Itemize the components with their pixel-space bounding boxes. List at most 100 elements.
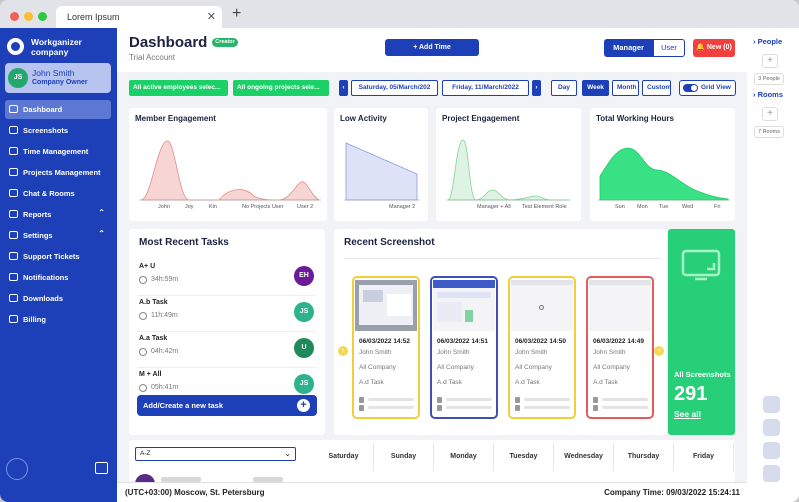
range-custom-button[interactable]: Custom [642, 80, 671, 96]
rooms-link[interactable]: › Rooms [753, 90, 783, 99]
screenshot-thumbnail[interactable] [433, 280, 495, 331]
screenshot-card[interactable]: 06/03/2022 14:49 John Smith All Company A.d… [586, 276, 654, 419]
sidebar-item-chat-rooms[interactable]: Chat & Rooms [5, 184, 111, 203]
see-all-link[interactable]: See all [674, 409, 701, 419]
create-task-button[interactable]: Add/Create a new task + [137, 395, 317, 416]
keyboard-icon [593, 397, 598, 403]
projects-filter[interactable]: All ongoing projects sele... [233, 80, 329, 96]
activity-meter [515, 396, 570, 412]
dashboard-icon [9, 105, 18, 113]
scroll-right-icon[interactable]: › [654, 346, 664, 356]
screenshot-time: 06/03/2022 14:51 [437, 338, 488, 345]
browser-tab[interactable]: Lorem Ipsum ✕ [56, 6, 222, 28]
create-task-label: Add/Create a new task [143, 401, 224, 410]
sidebar-item-billing[interactable]: Billing [5, 310, 111, 329]
screenshot-card[interactable]: 06/03/2022 14:51 John Smith All Company A.d… [430, 276, 498, 419]
task-duration: 11h:49m [151, 312, 178, 319]
page-header: Dashboard Creator Trial Account + Add Ti… [117, 28, 747, 72]
sidebar-item-label: Projects Management [23, 168, 101, 177]
collapse-sidebar-icon[interactable] [95, 462, 108, 474]
company-time-text: Company Time: 09/03/2022 15:24:11 [604, 488, 740, 497]
user-view-button[interactable]: User [653, 39, 685, 57]
close-tab-icon[interactable]: ✕ [207, 10, 216, 23]
sidebar-item-projects-management[interactable]: Projects Management [5, 163, 111, 182]
day-header: Tuesday [494, 443, 554, 471]
add-time-button[interactable]: + Add Time [385, 39, 479, 56]
grid-view-toggle[interactable]: Grid View [679, 80, 736, 96]
puzzle-icon[interactable] [763, 419, 780, 436]
people-count: 3 People [754, 73, 784, 85]
range-month-button[interactable]: Month [612, 80, 639, 96]
sidebar-item-screenshots[interactable]: Screenshots [5, 121, 111, 140]
status-bar: (UTC+03:00) Moscow, St. Petersburg Compa… [117, 482, 747, 502]
brand-mark-icon [6, 458, 28, 480]
list-item[interactable]: A.a Task 04h:42m U [137, 331, 316, 368]
add-room-button[interactable]: + [762, 107, 778, 121]
sidebar-item-downloads[interactable]: Downloads [5, 289, 111, 308]
sidebar-item-time-management[interactable]: Time Management [5, 142, 111, 161]
recent-tasks-card: Most Recent Tasks A+ U 34h:59m EH A.b Task 1… [129, 229, 325, 435]
member-engagement-area [140, 140, 320, 201]
screenshot-time: 06/03/2022 14:52 [359, 338, 410, 345]
sidebar-item-label: Dashboard [23, 105, 63, 114]
sidebar-item-label: Billing [23, 315, 46, 324]
scroll-left-icon[interactable]: ‹ [338, 346, 348, 356]
screenshot-user: John Smith [515, 349, 548, 356]
person-icon[interactable] [763, 396, 780, 413]
user-profile-card[interactable]: JS John Smith Company Owner [5, 63, 111, 93]
range-day-button[interactable]: Day [551, 80, 577, 96]
main-content: Dashboard Creator Trial Account + Add Ti… [117, 28, 747, 502]
date-from-field[interactable]: Saturday, 05/March/202 [351, 80, 438, 96]
recent-screenshots-card: Recent Screenshot ‹ 06/03/2022 14:52 John… [334, 229, 667, 435]
new-notifications-button[interactable]: 🔔 New (0) [693, 39, 735, 57]
minimize-window-dot[interactable] [24, 12, 33, 21]
help-icon[interactable] [763, 465, 780, 482]
recent-screenshots-title: Recent Screenshot [344, 237, 435, 248]
close-window-dot[interactable] [10, 12, 19, 21]
layers-icon[interactable] [763, 442, 780, 459]
clock-icon [139, 276, 147, 284]
people-link[interactable]: › People [753, 37, 782, 46]
maximize-window-dot[interactable] [38, 12, 47, 21]
ticket-icon [9, 252, 18, 260]
sidebar-item-dashboard[interactable]: Dashboard [5, 100, 111, 119]
all-screenshots-panel[interactable]: All Screenshots 291 See all [668, 229, 735, 435]
download-icon [9, 294, 18, 302]
date-prev-button[interactable]: ‹ [339, 80, 348, 96]
sidebar-item-notifications[interactable]: Notifications [5, 268, 111, 287]
screenshot-time: 06/03/2022 14:50 [515, 338, 566, 345]
sidebar-item-support-tickets[interactable]: Support Tickets [5, 247, 111, 266]
sort-select[interactable]: A-Z ⌄ [135, 447, 296, 461]
billing-icon [9, 315, 18, 323]
user-role: Company Owner [32, 79, 88, 86]
date-to-field[interactable]: Friday, 11/March/2022 [442, 80, 529, 96]
list-item[interactable]: A+ U 34h:59m EH [137, 259, 316, 296]
x-axis-label: Mon [637, 204, 648, 210]
screenshot-thumbnail[interactable] [355, 280, 417, 331]
screenshot-card[interactable]: 06/03/2022 14:52 John Smith All Company A.d… [352, 276, 420, 419]
x-axis-label: Joy [185, 204, 194, 210]
page-title: Dashboard [129, 34, 208, 51]
user-name: John Smith [32, 68, 75, 78]
range-week-button[interactable]: Week [582, 80, 609, 96]
avatar: JS [8, 68, 28, 88]
plus-icon: + [297, 399, 310, 412]
screenshot-icon [9, 126, 18, 134]
low-activity-card: Low Activity Manager 2 [334, 108, 428, 221]
employees-filter[interactable]: All active employees selec... [129, 80, 228, 96]
list-item[interactable]: A.b Task 11h:49m JS [137, 295, 316, 332]
sidebar-item-reports[interactable]: Reports ⌃ [5, 205, 111, 224]
screenshot-user: John Smith [437, 349, 470, 356]
date-next-button[interactable]: › [532, 80, 541, 96]
add-person-button[interactable]: + [762, 54, 778, 68]
manager-view-button[interactable]: Manager [604, 39, 653, 57]
screenshot-thumbnail[interactable] [589, 280, 651, 331]
sort-select-value: A-Z [140, 450, 151, 457]
screenshot-thumbnail[interactable] [511, 280, 573, 331]
screenshot-card[interactable]: 06/03/2022 14:50 John Smith All Company A.d… [508, 276, 576, 419]
x-axis-label: No Projects User [242, 204, 284, 210]
new-tab-button[interactable]: + [232, 5, 241, 23]
sidebar-item-settings[interactable]: Settings ⌃ [5, 226, 111, 245]
calendar-icon [9, 147, 18, 155]
sidebar: Workganizer company JS John Smith Compan… [0, 28, 117, 502]
